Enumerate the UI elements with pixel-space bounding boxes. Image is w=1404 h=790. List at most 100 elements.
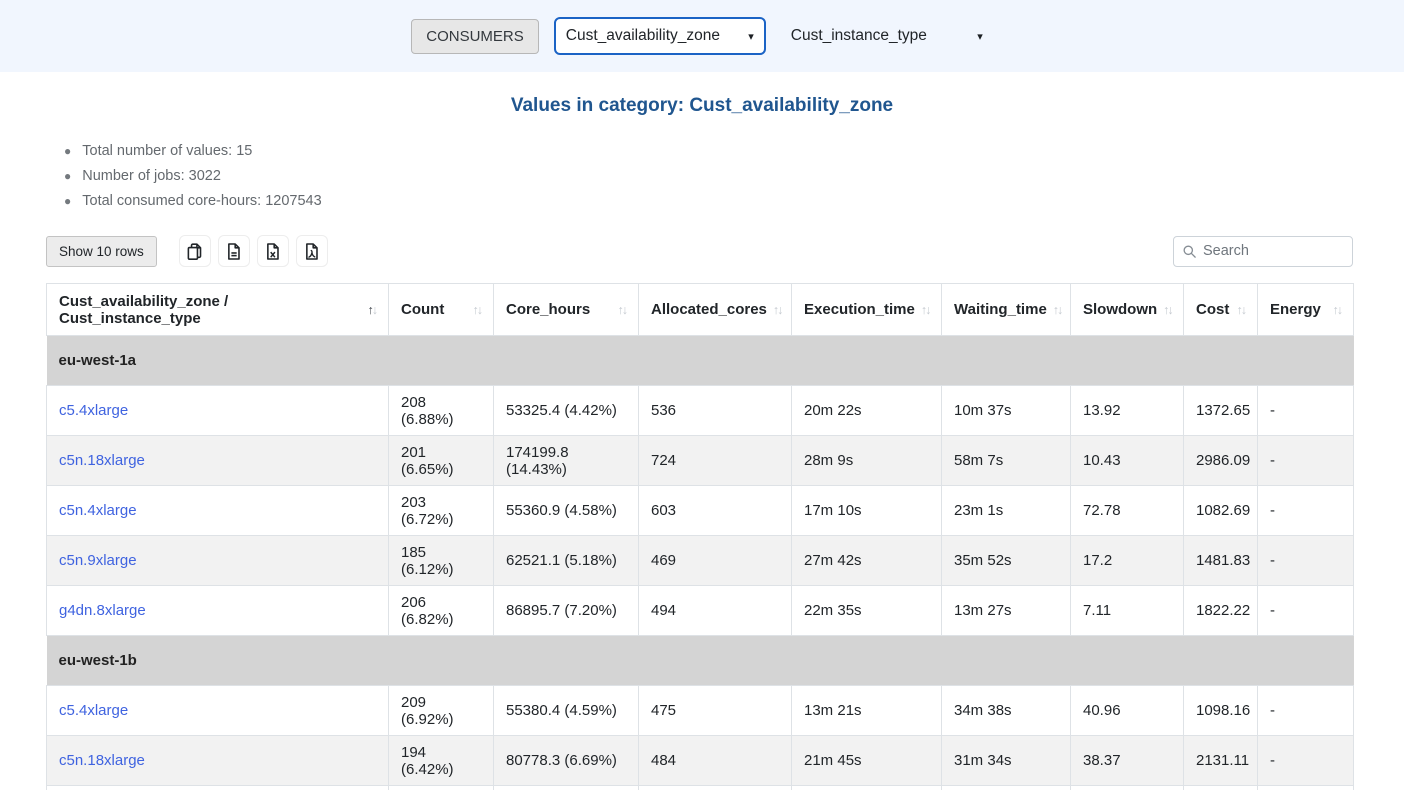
show-rows-button[interactable]: Show 10 rows bbox=[46, 236, 157, 267]
value-cell: 1098.16 bbox=[1184, 686, 1258, 736]
value-cell: 23m 1s bbox=[942, 486, 1071, 536]
stats-list: ●Total number of values: 15 ●Number of j… bbox=[64, 139, 1404, 214]
instance-type-link[interactable]: c5n.9xlarge bbox=[59, 552, 137, 569]
table-row: c5n.4xlarge203 (6.72%)55360.9 (4.58%)603… bbox=[47, 486, 1354, 536]
value-cell: 10.43 bbox=[1071, 436, 1184, 486]
value-cell: 27m 42s bbox=[792, 536, 942, 586]
value-cell: 10m 37s bbox=[942, 386, 1071, 436]
pdf-file-icon bbox=[302, 242, 321, 261]
instance-type-link[interactable]: g4dn.8xlarge bbox=[59, 602, 146, 619]
sort-icons: ↑↓ bbox=[921, 303, 930, 317]
chevron-down-icon: ▾ bbox=[977, 30, 983, 43]
export-pdf-button[interactable] bbox=[296, 235, 328, 267]
column-header-label: Waiting_time bbox=[954, 301, 1047, 318]
column-header-1[interactable]: Count↑↓ bbox=[389, 284, 494, 336]
value-cell: 1481.83 bbox=[1184, 536, 1258, 586]
value-cell: 17.2 bbox=[1071, 536, 1184, 586]
value-cell: 20m 22s bbox=[792, 386, 942, 436]
value-cell: 13m 27s bbox=[942, 586, 1071, 636]
values-table: Cust_availability_zone / Cust_instance_t… bbox=[46, 283, 1354, 790]
value-cell: 13m 21s bbox=[792, 686, 942, 736]
value-cell: 31m 34s bbox=[942, 736, 1071, 786]
value-cell bbox=[389, 786, 494, 790]
column-header-label: Cost bbox=[1196, 301, 1229, 318]
value-cell: 62521.1 (5.18%) bbox=[494, 536, 639, 586]
column-header-label: Cust_availability_zone / Cust_instance_t… bbox=[59, 293, 362, 327]
column-header-2[interactable]: Core_hours ↑↓ bbox=[494, 284, 639, 336]
category-select[interactable]: Cust_availability_zone ▾ bbox=[554, 17, 766, 55]
value-cell: 484 bbox=[639, 736, 792, 786]
value-cell: 174199.8 (14.43%) bbox=[494, 436, 639, 486]
column-header-label: Core_hours bbox=[506, 301, 590, 318]
copy-icon bbox=[185, 242, 204, 261]
instance-type-cell: g4dn.8xlarge bbox=[47, 586, 389, 636]
value-cell: 209 (6.92%) bbox=[389, 686, 494, 736]
value-cell bbox=[494, 786, 639, 790]
column-header-label: Execution_time bbox=[804, 301, 915, 318]
value-cell: 86895.7 (7.20%) bbox=[494, 586, 639, 636]
instance-type-link[interactable]: c5.4xlarge bbox=[59, 702, 128, 719]
value-cell: - bbox=[1258, 386, 1354, 436]
table-body: eu-west-1a c5.4xlarge 208 (6.88%)53325.4 (… bbox=[47, 336, 1354, 790]
instance-type-cell: c5n.18xlarge bbox=[47, 436, 389, 486]
value-cell: 185 (6.12%) bbox=[389, 536, 494, 586]
column-header-3[interactable]: Allocated_cores ↑↓ bbox=[639, 284, 792, 336]
search-box bbox=[1173, 236, 1353, 267]
table-row: c5.4xlarge 208 (6.88%)53325.4 (4.42%)5362… bbox=[47, 386, 1354, 436]
group-row: eu-west-1a bbox=[47, 336, 1354, 386]
sort-icons: ↑↓ bbox=[618, 303, 627, 317]
column-header-4[interactable]: Execution_time ↑↓ bbox=[792, 284, 942, 336]
instance-type-cell: c5.4xlarge bbox=[47, 386, 389, 436]
value-cell: 7.11 bbox=[1071, 586, 1184, 636]
instance-type-link[interactable]: c5n.18xlarge bbox=[59, 752, 145, 769]
column-header-8[interactable]: Energy↑↓ bbox=[1258, 284, 1354, 336]
table-row-partial bbox=[47, 786, 1354, 790]
value-cell: 22m 35s bbox=[792, 586, 942, 636]
instance-type-link[interactable]: c5.4xlarge bbox=[59, 402, 128, 419]
value-cell: 2986.09 bbox=[1184, 436, 1258, 486]
instance-type-link[interactable]: c5n.18xlarge bbox=[59, 452, 145, 469]
value-cell: 1822.22 bbox=[1184, 586, 1258, 636]
value-cell bbox=[639, 786, 792, 790]
column-header-5[interactable]: Waiting_time↑↓ bbox=[942, 284, 1071, 336]
consumers-button[interactable]: CONSUMERS bbox=[411, 19, 539, 54]
column-header-7[interactable]: Cost ↑↓ bbox=[1184, 284, 1258, 336]
value-cell: - bbox=[1258, 536, 1354, 586]
group-label: eu-west-1b bbox=[47, 636, 1354, 686]
sort-icons: ↑↓ bbox=[1237, 303, 1246, 317]
value-cell: 53325.4 (4.42%) bbox=[494, 386, 639, 436]
value-cell: 72.78 bbox=[1071, 486, 1184, 536]
export-csv-button[interactable] bbox=[218, 235, 250, 267]
value-cell: 208 (6.88%) bbox=[389, 386, 494, 436]
value-cell: 80778.3 (6.69%) bbox=[494, 736, 639, 786]
value-cell: 34m 38s bbox=[942, 686, 1071, 736]
value-cell: 203 (6.72%) bbox=[389, 486, 494, 536]
value-cell: 536 bbox=[639, 386, 792, 436]
value-cell: 13.92 bbox=[1071, 386, 1184, 436]
value-cell: 201 (6.65%) bbox=[389, 436, 494, 486]
csv-file-icon bbox=[224, 242, 243, 261]
column-header-label: Energy bbox=[1270, 301, 1321, 318]
search-input[interactable] bbox=[1173, 236, 1353, 267]
column-header-0[interactable]: Cust_availability_zone / Cust_instance_t… bbox=[47, 284, 389, 336]
category-select-value: Cust_availability_zone bbox=[566, 27, 720, 45]
value-cell bbox=[1071, 786, 1184, 790]
value-cell bbox=[792, 786, 942, 790]
value-cell: 55360.9 (4.58%) bbox=[494, 486, 639, 536]
group-label: eu-west-1a bbox=[47, 336, 1354, 386]
instance-type-link[interactable]: c5n.4xlarge bbox=[59, 502, 137, 519]
sort-icons: ↑↓ bbox=[773, 303, 782, 317]
value-cell: 475 bbox=[639, 686, 792, 736]
value-cell: 17m 10s bbox=[792, 486, 942, 536]
column-header-6[interactable]: Slowdown↑↓ bbox=[1071, 284, 1184, 336]
value-cell: - bbox=[1258, 436, 1354, 486]
instance-type-cell: c5n.4xlarge bbox=[47, 486, 389, 536]
export-copy-button[interactable] bbox=[179, 235, 211, 267]
topbar: CONSUMERS Cust_availability_zone ▾ Cust_… bbox=[0, 0, 1404, 72]
table-row: c5.4xlarge209 (6.92%)55380.4 (4.59%)4751… bbox=[47, 686, 1354, 736]
column-header-label: Allocated_cores bbox=[651, 301, 767, 318]
value-cell: 724 bbox=[639, 436, 792, 486]
instance-type-select[interactable]: Cust_instance_type ▾ bbox=[781, 17, 993, 55]
sort-icons: ↑↓ bbox=[473, 303, 482, 317]
export-excel-button[interactable] bbox=[257, 235, 289, 267]
